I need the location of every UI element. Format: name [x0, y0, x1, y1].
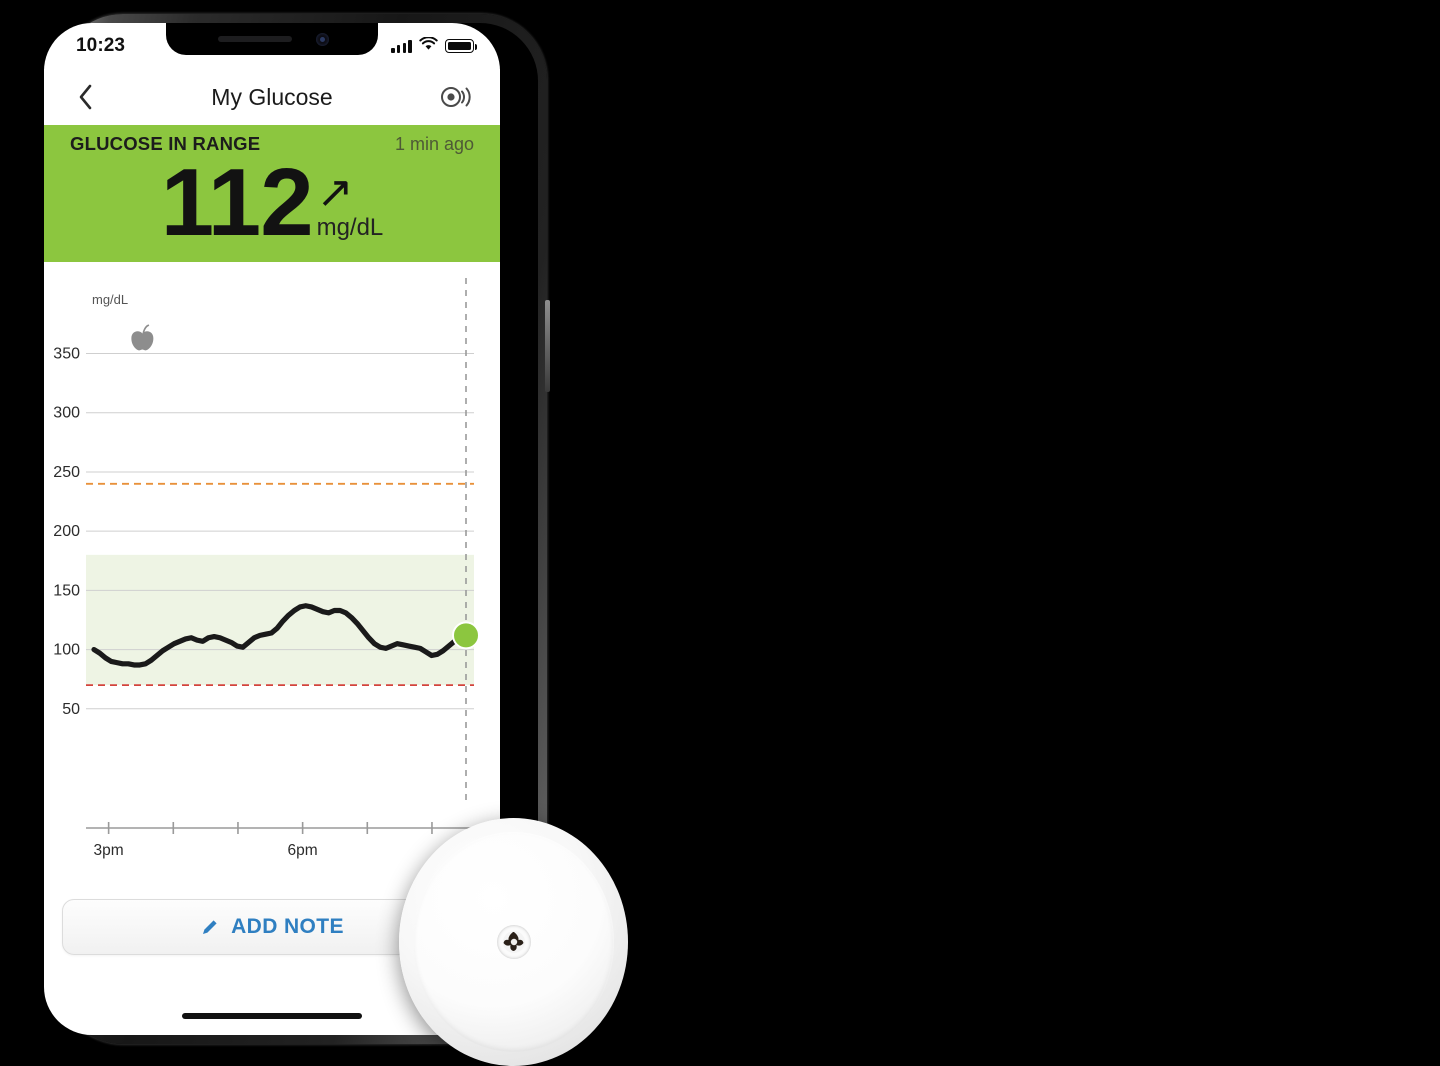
reading-meta: ↗ mg/dL [316, 168, 384, 248]
glucose-chart[interactable]: mg/dL 50 100 150 200 250 300 350 3pm 6pm [44, 262, 500, 888]
svg-text:150: 150 [53, 583, 80, 600]
screenshot-stage: 10:23 My Glucose GLUCOSE IN RANGE 1 min … [0, 0, 1440, 1066]
speaker-grille [218, 36, 292, 42]
svg-text:200: 200 [53, 523, 80, 540]
svg-text:100: 100 [53, 642, 80, 659]
sensor-filament-icon [502, 931, 525, 953]
glucose-chart-svg: mg/dL 50 100 150 200 250 300 350 3pm 6pm [53, 278, 480, 859]
svg-text:6pm: 6pm [288, 842, 318, 859]
power-button[interactable] [545, 300, 550, 392]
scan-sensor-button[interactable] [436, 80, 476, 114]
last-updated-label: 1 min ago [394, 133, 474, 154]
status-bar-time: 10:23 [76, 35, 126, 56]
svg-text:250: 250 [53, 464, 80, 481]
front-camera-icon [316, 33, 329, 46]
svg-text:mg/dL: mg/dL [92, 292, 128, 307]
navigation-bar: My Glucose [44, 69, 500, 125]
glucose-status-banner: GLUCOSE IN RANGE 1 min ago 112 ↗ mg/dL [44, 125, 500, 282]
page-title: My Glucose [211, 83, 333, 110]
glucose-value: 112 [160, 149, 314, 256]
glucose-units: mg/dL [316, 214, 384, 242]
phone-notch [166, 23, 378, 55]
rising-slowly-arrow-icon: ↗ [316, 168, 354, 217]
chevron-left-icon [79, 84, 91, 110]
cgm-sensor-device [399, 818, 628, 1066]
svg-text:3pm: 3pm [94, 842, 124, 859]
back-button[interactable] [68, 80, 102, 114]
cellular-signal-icon [391, 39, 412, 53]
sensor-center-port [496, 925, 531, 959]
svg-text:50: 50 [62, 701, 80, 718]
battery-full-icon [445, 39, 478, 53]
glucose-reading: 112 ↗ mg/dL [70, 149, 474, 256]
home-indicator[interactable] [182, 1013, 362, 1019]
svg-text:350: 350 [53, 346, 80, 363]
nfc-scan-icon [441, 87, 471, 107]
svg-text:300: 300 [53, 405, 80, 422]
wifi-icon [419, 35, 438, 56]
status-bar-icons [391, 35, 478, 56]
add-note-label: ADD NOTE [231, 915, 344, 939]
pencil-icon [203, 920, 217, 934]
